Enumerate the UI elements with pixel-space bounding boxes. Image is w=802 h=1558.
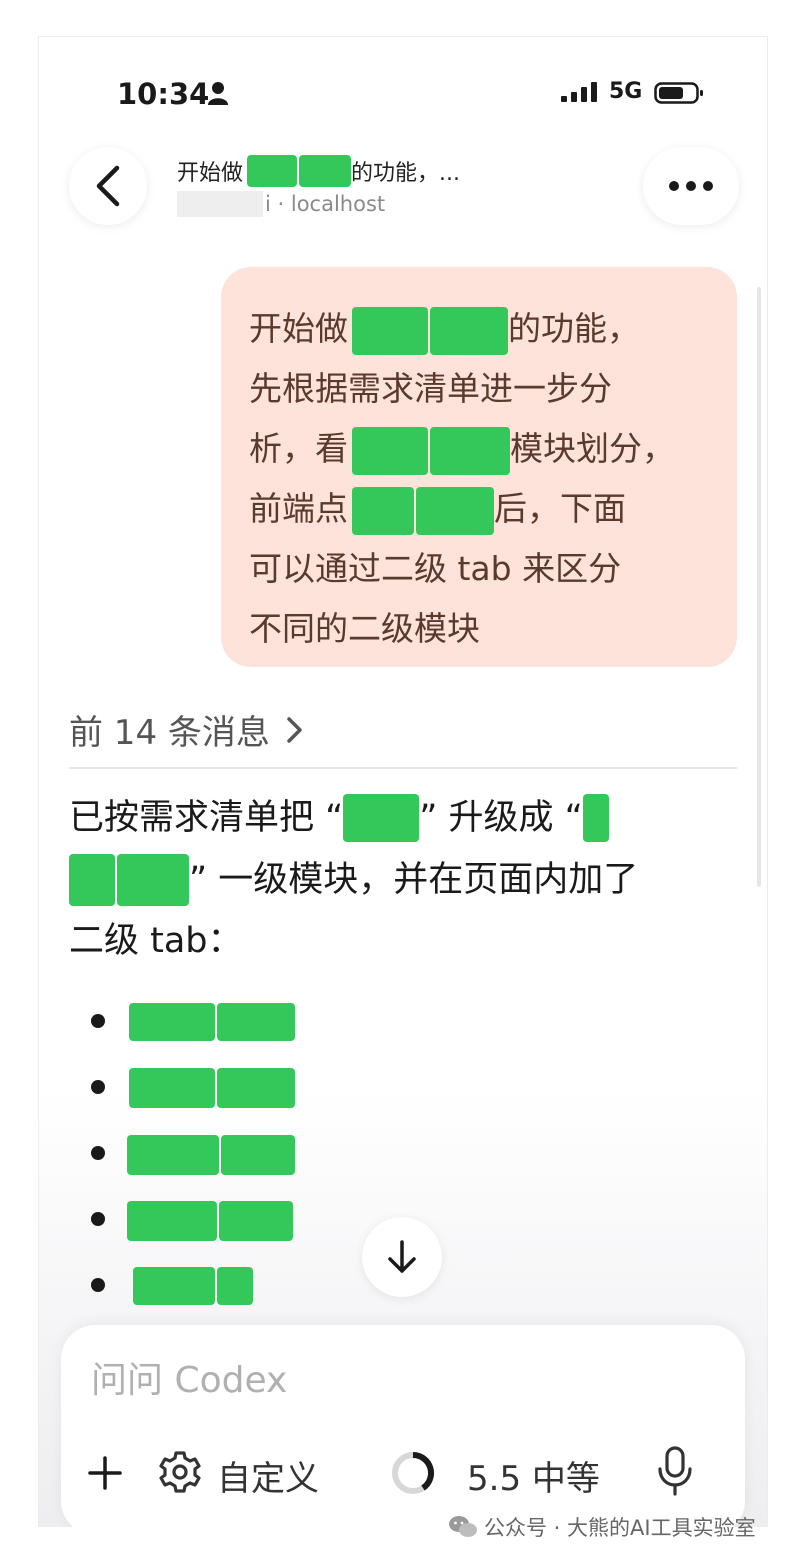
user-message-line: 可以通过二级 tab 来区分 xyxy=(249,549,622,588)
redaction xyxy=(343,794,420,842)
network-type: 5G xyxy=(609,79,643,104)
progress-ring-icon xyxy=(392,1451,435,1494)
more-icon xyxy=(669,181,713,191)
watermark: 公众号 · 大熊的AI工具实验室 xyxy=(448,1512,756,1542)
plus-icon[interactable] xyxy=(87,1455,123,1491)
previous-messages-link[interactable]: 前 14 条消息 xyxy=(69,705,306,754)
divider xyxy=(69,767,737,769)
redaction xyxy=(352,306,428,355)
chat-title: 开始做 的功能，... xyxy=(177,155,460,187)
list-item-redaction xyxy=(217,1003,295,1041)
assistant-reply-line: ” 一级模块，并在页面内加了 xyxy=(69,851,638,907)
battery-icon xyxy=(654,82,703,104)
chevron-right-icon xyxy=(287,716,302,743)
user-message-line: 析，看 模块划分， xyxy=(249,425,675,475)
list-item-redaction xyxy=(129,1068,215,1108)
user-message-line: 不同的二级模块 xyxy=(249,609,480,648)
user-message-line: 前端点 后，下面 xyxy=(249,485,626,535)
redaction xyxy=(69,854,115,906)
arrow-down-icon xyxy=(388,1240,416,1273)
more-button[interactable] xyxy=(643,147,739,225)
assistant-reply-line: 已按需求清单把 “” 升级成 “ xyxy=(69,789,609,845)
user-message-line: 开始做 的功能， xyxy=(249,305,640,355)
list-bullet xyxy=(91,1080,105,1094)
chat-subtitle: i · localhost xyxy=(177,191,385,217)
list-bullet xyxy=(91,1146,105,1160)
list-bullet xyxy=(91,1014,105,1028)
person-icon xyxy=(208,82,228,105)
model-selector[interactable]: 5.5 中等 xyxy=(467,1451,600,1500)
back-button[interactable] xyxy=(69,147,147,225)
user-message-line: 先根据需求清单进一步分 xyxy=(249,369,612,408)
redaction xyxy=(430,306,508,355)
title-suffix: 的功能，... xyxy=(351,161,460,186)
list-bullet xyxy=(91,1212,105,1226)
list-item-redaction xyxy=(219,1201,293,1241)
redaction xyxy=(352,486,414,535)
redaction xyxy=(247,155,298,187)
phone-screen: 10:34 5G 开始做 的功能，... i · localhost 开始做 的… xyxy=(38,36,768,1527)
scrollbar[interactable] xyxy=(757,287,761,887)
redaction xyxy=(352,426,428,475)
redaction xyxy=(177,191,263,217)
custom-settings-label[interactable]: 自定义 xyxy=(217,1451,319,1500)
back-arrow-icon xyxy=(96,165,120,207)
subtitle-host: i · localhost xyxy=(265,192,386,216)
scroll-to-bottom-button[interactable] xyxy=(362,1217,442,1297)
list-item-redaction xyxy=(129,1003,215,1041)
redaction xyxy=(299,155,352,187)
list-item-redaction xyxy=(127,1201,217,1241)
signal-icon xyxy=(561,82,597,102)
user-message-bubble: 开始做 的功能， 先根据需求清单进一步分 析，看 模块划分， 前端点 后，下面 可以通… xyxy=(221,267,737,667)
redaction xyxy=(582,794,609,842)
title-prefix: 开始做 xyxy=(177,161,244,186)
gear-icon[interactable] xyxy=(157,1449,203,1495)
list-bullet xyxy=(91,1278,105,1292)
status-bar: 10:34 5G xyxy=(39,37,767,147)
list-item-redaction xyxy=(133,1267,215,1305)
list-item-redaction xyxy=(217,1068,295,1108)
redaction xyxy=(416,486,494,535)
list-item-redaction xyxy=(127,1135,219,1175)
composer-input[interactable]: 问问 Codex xyxy=(91,1351,287,1403)
list-item-redaction xyxy=(217,1267,253,1305)
wechat-icon xyxy=(449,1516,477,1537)
composer: 问问 Codex 自定义 5.5 中等 xyxy=(61,1325,745,1527)
redaction xyxy=(117,854,189,906)
status-time: 10:34 xyxy=(117,77,210,111)
mic-icon[interactable] xyxy=(655,1445,695,1497)
list-item-redaction xyxy=(221,1135,295,1175)
redaction xyxy=(430,426,510,475)
assistant-reply-line: 二级 tab： xyxy=(69,921,243,961)
